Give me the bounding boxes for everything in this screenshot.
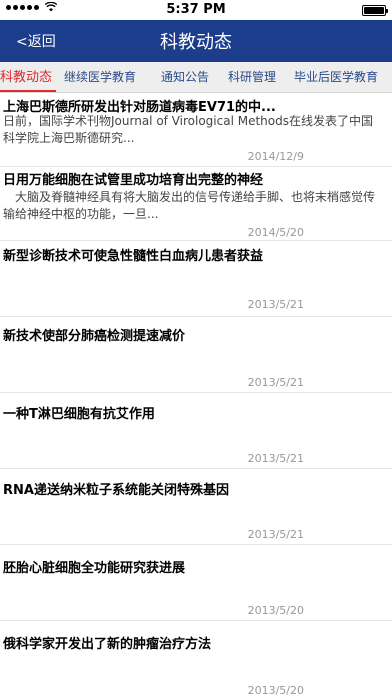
navigation-bar: <返回 科教动态 [0, 20, 392, 62]
news-title: RNA递送纳米粒子系统能关闭特殊基因 [3, 483, 229, 498]
news-date: 2013/5/20 [247, 684, 304, 696]
news-date: 2013/5/21 [247, 528, 304, 541]
news-item[interactable]: 俄科学家开发出了新的肿瘤治疗方法 2013/5/20 [0, 621, 392, 696]
news-title: 日用万能细胞在试管里成功培育出完整的神经 [3, 173, 264, 188]
news-item[interactable]: 上海巴斯德所研发出针对肠道病毒EV71的中... 日前，国际学术刊物Journa… [0, 93, 392, 167]
news-title: 一种T淋巴细胞有抗艾作用 [3, 407, 155, 422]
news-title: 新技术使部分肺癌检测提速减价 [3, 329, 186, 344]
news-date: 2013/5/21 [247, 376, 304, 389]
battery-icon [362, 5, 388, 16]
news-date: 2014/12/9 [247, 150, 304, 163]
tab-tongzhi-gonggao[interactable]: 通知公告 [161, 62, 209, 92]
news-title: 新型诊断技术可使急性髓性白血病儿患者获益 [3, 249, 264, 264]
news-date: 2014/5/20 [247, 226, 304, 239]
page-title: 科教动态 [160, 32, 232, 53]
news-item[interactable]: 胚胎心脏细胞全功能研究获进展 2013/5/20 [0, 545, 392, 621]
tab-jixu-yixue-jiaoyu[interactable]: 继续医学教育 [64, 62, 136, 92]
news-date: 2013/5/21 [247, 298, 304, 311]
news-date: 2013/5/21 [247, 452, 304, 465]
news-title: 胚胎心脏细胞全功能研究获进展 [3, 561, 186, 576]
news-title: 俄科学家开发出了新的肿瘤治疗方法 [3, 637, 212, 652]
news-item[interactable]: 日用万能细胞在试管里成功培育出完整的神经 大脑及脊髓神经具有将大脑发出的信号传递… [0, 167, 392, 241]
news-summary: 日前，国际学术刊物Journal of Virological Methods在… [3, 114, 373, 145]
status-time: 5:37 PM [166, 2, 226, 17]
news-list: 上海巴斯德所研发出针对肠道病毒EV71的中... 日前，国际学术刊物Journa… [0, 93, 392, 696]
tab-keji-dongtai[interactable]: 科教动态 [0, 62, 52, 92]
category-tabs: 科教动态 继续医学教育 通知公告 科研管理 毕业后医学教育 [0, 62, 392, 93]
news-item[interactable]: 新型诊断技术可使急性髓性白血病儿患者获益 2013/5/21 [0, 241, 392, 317]
news-summary: 大脑及脊髓神经具有将大脑发出的信号传递给手脚、也将末梢感觉传输给神经中枢的功能，… [3, 190, 376, 221]
news-item[interactable]: 新技术使部分肺癌检测提速减价 2013/5/21 [0, 317, 392, 393]
status-bar: 5:37 PM [0, 0, 392, 20]
tab-biyehou-yixue-jiaoyu[interactable]: 毕业后医学教育 [294, 62, 378, 92]
news-item[interactable]: 一种T淋巴细胞有抗艾作用 2013/5/21 [0, 393, 392, 469]
tab-keyan-guanli[interactable]: 科研管理 [228, 62, 276, 92]
news-date: 2013/5/20 [247, 604, 304, 617]
news-item[interactable]: RNA递送纳米粒子系统能关闭特殊基因 2013/5/21 [0, 469, 392, 545]
